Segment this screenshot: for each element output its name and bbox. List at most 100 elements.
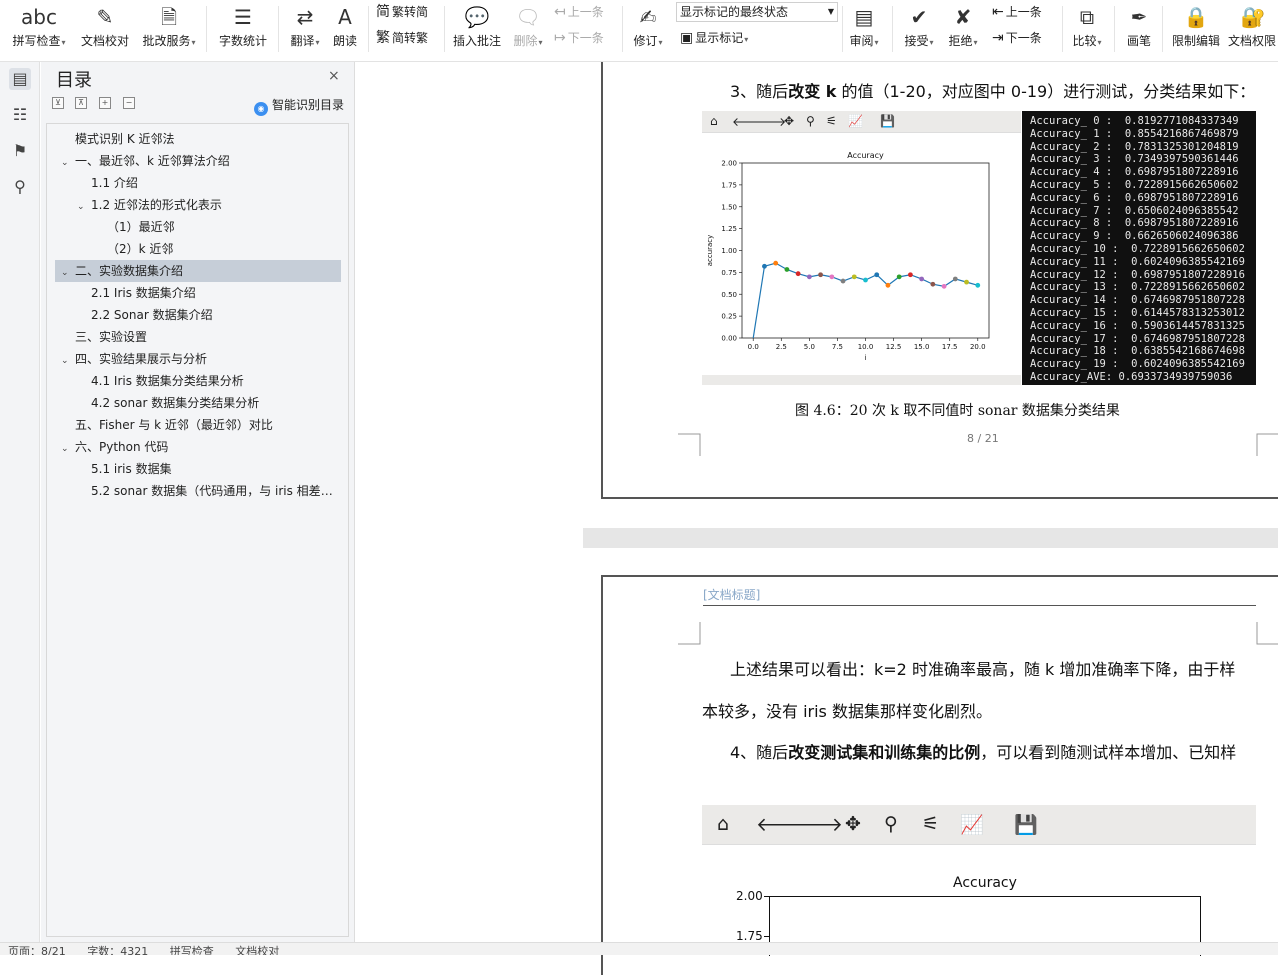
y-tick-label: 0.25 — [721, 313, 737, 321]
toc-item[interactable]: 模式识别 K 近邻法 — [55, 128, 341, 150]
spellcheck-button[interactable]: abc 拼写检查▾ — [8, 2, 70, 58]
console-line: Accuracy_ 10 : 0.7228915662650602 — [1030, 242, 1245, 255]
doc-permission-button[interactable]: 🔐 文档权限 — [1228, 2, 1278, 58]
outline-panel-icon[interactable]: ☷ — [9, 104, 31, 126]
data-point — [930, 281, 936, 287]
read-aloud-button[interactable]: A 朗读 — [328, 2, 362, 58]
toc-item-label: 六、Python 代码 — [75, 440, 169, 454]
doc-check-status[interactable]: 文档校对 — [235, 945, 279, 955]
data-point — [952, 276, 958, 282]
accept-button[interactable]: ✔ 接受▾ — [900, 2, 938, 58]
toc-item[interactable]: ⌄ 六、Python 代码 — [55, 436, 341, 458]
edit-axis-icon[interactable]: 📈 — [960, 813, 984, 836]
chart-title: Accuracy — [953, 875, 1017, 891]
markup-state-select[interactable]: 显示标记的最终状态 ▼ — [676, 2, 838, 22]
delete-comment-button[interactable]: 🗨 删除▾ — [508, 2, 548, 58]
header-placeholder[interactable]: [文档标题] — [703, 586, 760, 603]
toc-item[interactable]: 5.2 sonar 数据集（代码通用，与 iris 相差不大） — [55, 480, 341, 502]
chevron-down-icon[interactable]: ⌄ — [61, 262, 75, 282]
forward-icon[interactable]: 🡒 — [792, 813, 843, 836]
toc-item[interactable]: 4.2 sonar 数据集分类结果分析 — [55, 392, 341, 414]
expand-all-icon[interactable]: ⊼ — [75, 97, 87, 109]
zoom-icon[interactable]: ⚲ — [806, 114, 815, 128]
configure-icon[interactable]: ⚟ — [826, 114, 837, 128]
close-icon[interactable]: × — [328, 68, 340, 84]
translate-button[interactable]: ⇄ 翻译▾ — [284, 2, 326, 58]
doc-check-button[interactable]: ✎ 文档校对 — [76, 2, 134, 58]
previous-change-button[interactable]: ⇤ 上一条 — [992, 1, 1042, 23]
smart-toc-button[interactable]: ◉ 智能识别目录 — [254, 96, 344, 116]
configure-icon[interactable]: ⚟ — [922, 813, 939, 835]
track-changes-icon: ✍ — [639, 5, 657, 29]
restrict-edit-button[interactable]: 🔒 限制编辑 — [1168, 2, 1224, 58]
pan-icon[interactable]: ✥ — [784, 114, 794, 128]
zoom-icon[interactable]: ⚲ — [884, 813, 898, 835]
y-tick-label: 2.00 — [736, 889, 763, 903]
pan-icon[interactable]: ✥ — [845, 813, 861, 835]
forward-icon[interactable]: 🡒 — [754, 114, 786, 129]
next-change-button[interactable]: ⇥ 下一条 — [992, 27, 1042, 49]
y-tick-label: 1.75 — [736, 929, 763, 943]
toc-item-label: 五、Fisher 与 k 近邻（最近邻）对比 — [75, 418, 273, 432]
edit-axis-icon[interactable]: 📈 — [848, 114, 863, 128]
next-change-icon: ⇥ — [992, 30, 1004, 46]
console-line: Accuracy_ 16 : 0.5903614457831325 — [1030, 319, 1245, 332]
toc-item[interactable]: （1）最近邻 — [55, 216, 341, 238]
simplified-to-traditional-button[interactable]: 繁简转繁 — [376, 27, 428, 49]
y-tick-label: 0.75 — [721, 269, 737, 277]
review-button[interactable]: ▤ 审阅▾ — [846, 2, 882, 58]
toc-item[interactable]: 4.1 Iris 数据集分类结果分析 — [55, 370, 341, 392]
add-heading-icon[interactable]: + — [99, 97, 111, 109]
home-icon[interactable]: ⌂ — [710, 114, 718, 128]
page-indicator[interactable]: 页面：8/21 — [8, 945, 66, 955]
spellcheck-status[interactable]: 拼写检查 — [170, 945, 214, 955]
chevron-down-icon[interactable]: ⌄ — [61, 438, 75, 458]
toc-item[interactable]: （2）k 近邻 — [55, 238, 341, 260]
toc-item-label: （2）k 近邻 — [107, 242, 174, 256]
toc-item[interactable]: 2.1 Iris 数据集介绍 — [55, 282, 341, 304]
remove-heading-icon[interactable]: − — [123, 97, 135, 109]
toc-item[interactable]: 三、实验设置 — [55, 326, 341, 348]
toc-item[interactable]: 五、Fisher 与 k 近邻（最近邻）对比 — [55, 414, 341, 436]
toc-panel-icon[interactable]: ▤ — [9, 68, 31, 90]
toc-item[interactable]: ⌄ 一、最近邻、k 近邻算法介绍 — [55, 150, 341, 172]
previous-comment-button[interactable]: ↤ 上一条 — [554, 1, 604, 23]
page-8: 3、随后改变 k 的值（1-20，对应图中 0-19）进行测试，分类结果如下： … — [583, 62, 1278, 528]
reject-button[interactable]: ✘ 拒绝▾ — [944, 2, 982, 58]
console-line: Accuracy_ 7 : 0.6506024096385542 — [1030, 204, 1239, 217]
matplotlib-toolbar-large: ⌂ 🡐 🡒 ✥ ⚲ ⚟ 📈 💾 — [702, 805, 1256, 845]
review-icon: ▤ — [854, 5, 874, 29]
t2s-icon: 简 — [376, 4, 390, 20]
insert-comment-button[interactable]: 💬 插入批注 — [450, 2, 504, 58]
pen-button[interactable]: ✒ 画笔 — [1122, 2, 1156, 58]
toc-item[interactable]: ⌄ 1.2 近邻法的形式化表示 — [55, 194, 341, 216]
track-changes-button[interactable]: ✍ 修订▾ — [628, 2, 668, 58]
toc-item-label: 三、实验设置 — [75, 330, 148, 344]
compare-button[interactable]: ⧉ 比较▾ — [1068, 2, 1106, 58]
word-count-indicator[interactable]: 字数：4321 — [87, 945, 148, 955]
word-count-button[interactable]: ☰ 字数统计 — [214, 2, 272, 58]
toc-item[interactable]: ⌄ 四、实验结果展示与分析 — [55, 348, 341, 370]
search-icon[interactable]: ⚲ — [9, 176, 31, 198]
matplotlib-toolbar: ⌂ 🡐 🡒 ✥ ⚲ ⚟ 📈 💾 — [702, 111, 1021, 133]
chevron-down-icon[interactable]: ⌄ — [61, 152, 75, 172]
chevron-down-icon[interactable]: ⌄ — [61, 350, 75, 370]
toc-item[interactable]: 5.1 iris 数据集 — [55, 458, 341, 480]
save-icon[interactable]: 💾 — [880, 114, 895, 128]
ribbon-separator — [368, 6, 369, 52]
x-tick-label: 15.0 — [914, 343, 930, 351]
toc-item[interactable]: ⌄ 二、实验数据集介绍 — [55, 260, 341, 282]
save-icon[interactable]: 💾 — [1014, 813, 1038, 836]
next-comment-button[interactable]: ↦ 下一条 — [554, 27, 604, 49]
home-icon[interactable]: ⌂ — [717, 813, 729, 835]
traditional-to-simplified-button[interactable]: 简繁转简 — [376, 1, 428, 23]
ribbon-separator — [444, 6, 445, 52]
toc-item[interactable]: 2.2 Sonar 数据集介绍 — [55, 304, 341, 326]
collapse-all-icon[interactable]: ⊻ — [52, 97, 64, 109]
bookmark-icon[interactable]: ⚑ — [9, 140, 31, 162]
batch-service-button[interactable]: 🗎 批改服务▾ — [138, 2, 200, 58]
chevron-down-icon[interactable]: ⌄ — [77, 196, 91, 216]
toc-item-label: 2.2 Sonar 数据集介绍 — [91, 308, 213, 322]
toc-item[interactable]: 1.1 介绍 — [55, 172, 341, 194]
show-markup-button[interactable]: ▣ 显示标记▾ — [680, 27, 748, 49]
